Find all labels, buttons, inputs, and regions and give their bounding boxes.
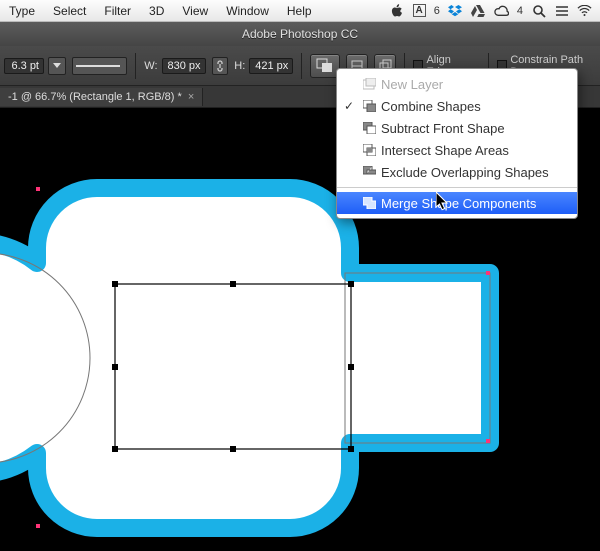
- path-operations-menu: New Layer ✓ Combine Shapes Subtract Fron…: [336, 68, 578, 219]
- menu-3d[interactable]: 3D: [140, 4, 173, 18]
- creative-cloud-icon: [494, 4, 509, 18]
- document-tab-label: -1 @ 66.7% (Rectangle 1, RGB/8) *: [8, 91, 182, 103]
- menu-item-new-layer: New Layer: [337, 73, 577, 95]
- stroke-weight-input[interactable]: [4, 58, 44, 74]
- app-title-bar: Adobe Photoshop CC: [0, 22, 600, 46]
- menu-item-intersect[interactable]: Intersect Shape Areas: [337, 139, 577, 161]
- menu-lines-icon[interactable]: [554, 4, 569, 18]
- menu-item-label: New Layer: [381, 77, 443, 92]
- close-tab-icon[interactable]: ×: [188, 91, 194, 103]
- menu-item-label: Combine Shapes: [381, 99, 481, 114]
- stroke-style-picker[interactable]: [72, 57, 127, 75]
- menu-item-label: Merge Shape Components: [381, 196, 536, 211]
- app-title: Adobe Photoshop CC: [0, 27, 600, 41]
- exclude-icon: [361, 165, 377, 179]
- check-icon: ✓: [341, 99, 357, 113]
- status-number: 4: [517, 5, 523, 17]
- menu-type[interactable]: Type: [0, 4, 44, 18]
- menu-item-label: Intersect Shape Areas: [381, 143, 509, 158]
- width-field: W:: [144, 58, 205, 74]
- menu-item-merge-components[interactable]: Merge Shape Components: [337, 192, 577, 214]
- new-layer-icon: [361, 77, 377, 91]
- stroke-dropdown-icon[interactable]: [48, 57, 66, 75]
- menu-view[interactable]: View: [173, 4, 217, 18]
- menu-filter[interactable]: Filter: [95, 4, 140, 18]
- menu-item-subtract-front[interactable]: Subtract Front Shape: [337, 117, 577, 139]
- divider: [135, 53, 136, 79]
- link-dimensions-button[interactable]: [212, 57, 229, 75]
- combine-shapes-icon: [361, 99, 377, 113]
- document-tab[interactable]: -1 @ 66.7% (Rectangle 1, RGB/8) * ×: [0, 88, 203, 106]
- wifi-icon[interactable]: [577, 4, 592, 18]
- subtract-front-icon: [361, 121, 377, 135]
- height-input[interactable]: [249, 58, 293, 74]
- mouse-cursor-icon: [436, 192, 450, 212]
- menu-item-combine-shapes[interactable]: ✓ Combine Shapes: [337, 95, 577, 117]
- height-field: H:: [234, 58, 293, 74]
- apple-logo-icon: [390, 4, 405, 18]
- menu-separator: [337, 187, 577, 188]
- macos-menu-bar: Type Select Filter 3D View Window Help A…: [0, 0, 600, 22]
- combined-shape-path: [0, 188, 490, 528]
- width-label: W:: [144, 60, 157, 72]
- macos-status-area: A 6 4: [390, 4, 592, 18]
- status-a-number: 6: [434, 5, 440, 17]
- menu-item-exclude[interactable]: Exclude Overlapping Shapes: [337, 161, 577, 183]
- stroke-field: [4, 57, 66, 75]
- height-label: H:: [234, 60, 245, 72]
- menu-item-label: Exclude Overlapping Shapes: [381, 165, 549, 180]
- menu-select[interactable]: Select: [44, 4, 95, 18]
- drive-icon: [471, 4, 486, 18]
- intersect-icon: [361, 143, 377, 157]
- menu-window[interactable]: Window: [217, 4, 278, 18]
- menu-help[interactable]: Help: [278, 4, 321, 18]
- divider: [301, 53, 302, 79]
- spotlight-icon[interactable]: [531, 4, 546, 18]
- status-a-badge: A: [413, 4, 426, 17]
- menu-item-label: Subtract Front Shape: [381, 121, 505, 136]
- dropbox-icon: [448, 4, 463, 18]
- width-input[interactable]: [162, 58, 206, 74]
- merge-components-icon: [361, 196, 377, 210]
